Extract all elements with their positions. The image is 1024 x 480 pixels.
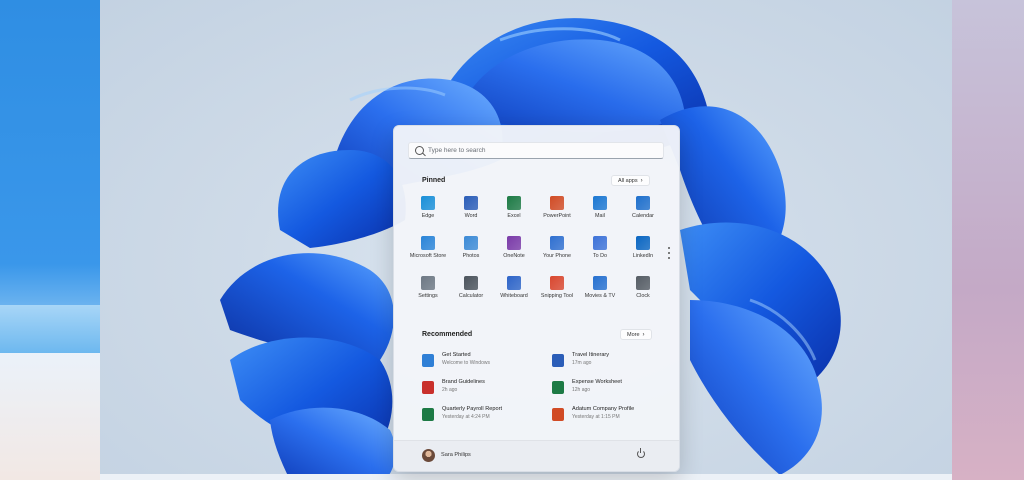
pinned-app[interactable]: Photos xyxy=(449,236,493,268)
all-apps-button[interactable]: All apps › xyxy=(611,175,650,186)
store-icon xyxy=(421,236,435,250)
recommended-item[interactable]: Travel Itinerary 17m ago xyxy=(552,352,662,374)
recommended-item-name: Get Started xyxy=(442,352,471,358)
search-box[interactable] xyxy=(408,142,664,159)
recommended-item[interactable]: Quarterly Payroll Report Yesterday at 4:2… xyxy=(422,406,532,428)
recommended-item-name: Quarterly Payroll Report xyxy=(442,406,502,412)
linkedin-icon xyxy=(636,236,650,250)
search-icon xyxy=(415,146,424,155)
pinned-app[interactable]: Settings xyxy=(406,276,450,308)
pinned-app[interactable]: Calendar xyxy=(621,196,665,228)
recommended-item-time: 12h ago xyxy=(572,387,591,393)
recommended-item[interactable]: Get Started Welcome to Windows xyxy=(422,352,532,374)
snipping-tool-icon xyxy=(550,276,564,290)
recommended-item[interactable]: Brand Guidelines 2h ago xyxy=(422,379,532,401)
pinned-app[interactable]: Clock xyxy=(621,276,665,308)
excel-icon xyxy=(507,196,521,210)
get-started-icon xyxy=(422,354,434,367)
pinned-app[interactable]: To Do xyxy=(578,236,622,268)
recommended-title: Recommended xyxy=(422,331,473,338)
recommended-item-time: Yesterday at 4:24 PM xyxy=(442,414,490,420)
pinned-app[interactable]: Calculator xyxy=(449,276,493,308)
pinned-app[interactable]: Microsoft Store xyxy=(406,236,450,268)
word-icon xyxy=(464,196,478,210)
pinned-app-label: LinkedIn xyxy=(632,253,654,259)
excel-doc-icon xyxy=(552,381,564,394)
pinned-app[interactable]: Excel xyxy=(492,196,536,228)
recommended-item-time: 17m ago xyxy=(572,360,592,366)
recommended-item[interactable]: Adatum Company Profile Yesterday at 1:15 … xyxy=(552,406,662,428)
recommended-item-name: Brand Guidelines xyxy=(442,379,485,385)
powerpoint-doc-icon xyxy=(552,408,564,421)
pinned-title: Pinned xyxy=(422,177,446,184)
movies-tv-icon xyxy=(593,276,607,290)
todo-icon xyxy=(593,236,607,250)
all-apps-label: All apps xyxy=(618,178,638,184)
clock-icon xyxy=(636,276,650,290)
pinned-app[interactable]: Mail xyxy=(578,196,622,228)
start-footer: Sara Philips xyxy=(394,440,679,471)
pinned-app-label: Calendar xyxy=(632,213,654,219)
more-label: More xyxy=(627,332,640,338)
user-name[interactable]: Sara Philips xyxy=(441,452,471,458)
calculator-icon xyxy=(464,276,478,290)
recommended-item-name: Travel Itinerary xyxy=(572,352,610,358)
pinned-app[interactable]: Whiteboard xyxy=(492,276,536,308)
page-indicator[interactable] xyxy=(668,247,671,262)
photos-icon xyxy=(464,236,478,250)
phone-icon xyxy=(550,236,564,250)
pinned-app[interactable]: PowerPoint xyxy=(535,196,579,228)
powerpoint-icon xyxy=(550,196,564,210)
pinned-app[interactable]: Word xyxy=(449,196,493,228)
pinned-app-label: Clock xyxy=(636,293,650,299)
recommended-item-time: 2h ago xyxy=(442,387,458,393)
pinned-app[interactable]: LinkedIn xyxy=(621,236,665,268)
pdf-icon xyxy=(422,381,434,394)
settings-icon xyxy=(421,276,435,290)
power-icon[interactable] xyxy=(637,448,645,458)
calendar-icon xyxy=(636,196,650,210)
avatar[interactable] xyxy=(422,449,435,462)
mail-icon xyxy=(593,196,607,210)
word-doc-icon xyxy=(552,354,564,367)
left-window-edge xyxy=(0,0,100,480)
whiteboard-icon xyxy=(507,276,521,290)
chevron-right-icon: › xyxy=(642,332,645,338)
onenote-icon xyxy=(507,236,521,250)
taskbar-strip xyxy=(100,474,952,480)
pinned-app[interactable]: Edge xyxy=(406,196,450,228)
excel-doc-icon xyxy=(422,408,434,421)
pinned-app[interactable]: Snipping Tool xyxy=(535,276,579,308)
pinned-app[interactable]: Movies & TV xyxy=(578,276,622,308)
chevron-right-icon: › xyxy=(640,178,643,184)
more-button[interactable]: More › xyxy=(620,329,652,340)
recommended-item[interactable]: Expense Worksheet 12h ago xyxy=(552,379,662,401)
recommended-item-time: Welcome to Windows xyxy=(442,360,490,366)
pinned-app[interactable]: Your Phone xyxy=(535,236,579,268)
pinned-app[interactable]: OneNote xyxy=(492,236,536,268)
recommended-item-name: Adatum Company Profile xyxy=(572,406,635,412)
recommended-item-name: Expense Worksheet xyxy=(572,379,622,385)
recommended-item-time: Yesterday at 1:15 PM xyxy=(572,414,620,420)
start-menu: Pinned All apps› EdgeWordExcelPowerPoint… xyxy=(393,125,680,472)
right-window-edge xyxy=(952,0,1024,480)
search-input[interactable] xyxy=(428,144,648,157)
edge-icon xyxy=(421,196,435,210)
